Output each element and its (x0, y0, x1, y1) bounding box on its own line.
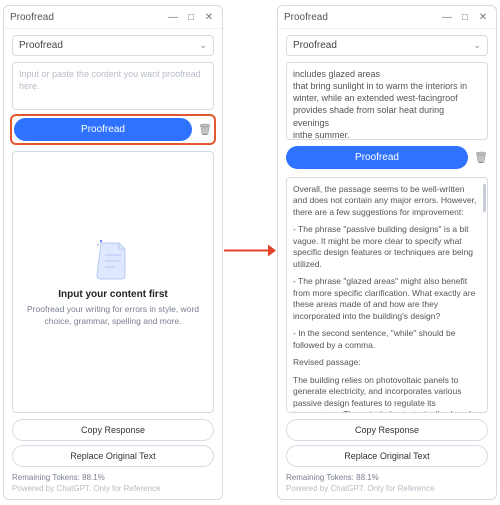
result-revised-text: The building relies on photovoltaic pane… (293, 375, 481, 413)
result-revised-heading: Revised passage: (293, 357, 361, 368)
mode-select[interactable]: Proofread ⌄ (12, 35, 214, 56)
mode-selected-label: Proofread (293, 40, 337, 51)
result-bullet: - The phrase "passive building designs" … (293, 224, 481, 270)
mode-selected-label: Proofread (19, 40, 63, 51)
content-text: includes glazed areas that bring sunligh… (293, 69, 467, 140)
powered-by: Powered by ChatGPT. Only for Reference (286, 484, 488, 493)
proofread-window-left: Proofread — □ ✕ Proofread ⌄ Input or pas… (3, 5, 223, 500)
result-intro: Overall, the passage seems to be well-wr… (293, 184, 481, 218)
minimize-icon[interactable]: — (166, 10, 180, 24)
mode-select[interactable]: Proofread ⌄ (286, 35, 488, 56)
result-area-empty: Input your content first Proofread your … (12, 151, 214, 413)
proofread-window-right: Proofread — □ ✕ Proofread ⌄ includes gla… (277, 5, 497, 500)
action-row: Proofread 🗑 (286, 146, 488, 169)
titlebar: Proofread — □ ✕ (278, 6, 496, 29)
trash-icon[interactable]: 🗑 (198, 123, 212, 136)
close-icon[interactable]: ✕ (202, 10, 216, 24)
content-input[interactable]: includes glazed areas that bring sunligh… (286, 62, 488, 140)
window-title: Proofread (284, 12, 436, 23)
minimize-icon[interactable]: — (440, 10, 454, 24)
scrollbar-thumb[interactable] (483, 184, 486, 212)
tokens-remaining: Remaining Tokens: 88.1% (12, 473, 214, 482)
replace-original-button[interactable]: Replace Original Text (12, 445, 214, 467)
close-icon[interactable]: ✕ (476, 10, 490, 24)
content-placeholder: Input or paste the content you want proo… (19, 69, 201, 91)
empty-state-subtitle: Proofread your writing for errors in sty… (19, 304, 207, 327)
replace-original-button[interactable]: Replace Original Text (286, 445, 488, 467)
maximize-icon[interactable]: □ (184, 10, 198, 24)
result-bullet: - The phrase "glazed areas" might also b… (293, 276, 481, 322)
trash-icon[interactable]: 🗑 (474, 151, 488, 164)
tokens-remaining: Remaining Tokens: 88.1% (286, 473, 488, 482)
document-icon (95, 237, 131, 281)
maximize-icon[interactable]: □ (458, 10, 472, 24)
proofread-button[interactable]: Proofread (286, 146, 468, 169)
result-bullet: - In the second sentence, "while" should… (293, 328, 481, 351)
proofread-button[interactable]: Proofread (14, 118, 192, 141)
result-area[interactable]: Overall, the passage seems to be well-wr… (286, 177, 488, 413)
copy-response-button[interactable]: Copy Response (12, 419, 214, 441)
copy-response-button[interactable]: Copy Response (286, 419, 488, 441)
action-row: Proofread 🗑 (12, 116, 214, 143)
chevron-down-icon: ⌄ (199, 40, 207, 51)
window-title: Proofread (10, 12, 162, 23)
chevron-down-icon: ⌄ (473, 40, 481, 51)
titlebar: Proofread — □ ✕ (4, 6, 222, 29)
arrow-right-icon (224, 240, 276, 265)
content-input[interactable]: Input or paste the content you want proo… (12, 62, 214, 110)
powered-by: Powered by ChatGPT. Only for Reference (12, 484, 214, 493)
empty-state-title: Input your content first (58, 289, 167, 300)
